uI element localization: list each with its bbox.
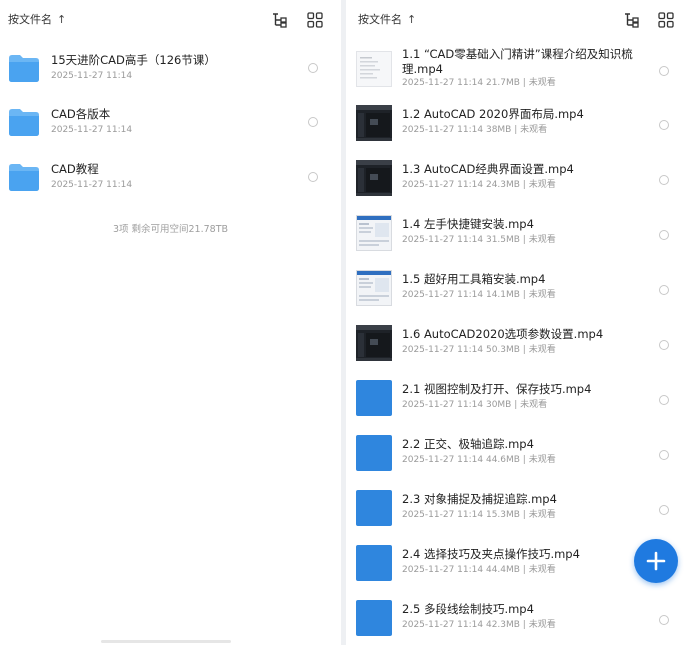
select-radio[interactable] — [308, 172, 318, 182]
video-name: 1.2 AutoCAD 2020界面布局.mp4 — [402, 107, 584, 121]
folder-row[interactable]: 15天进阶CAD高手（126节课） 2025-11-27 11:14 — [0, 43, 341, 93]
video-row[interactable]: 1.2 AutoCAD 2020界面布局.mp4 2025-11-27 11:14… — [346, 100, 687, 150]
left-toolbar: 按文件名 ↑ — [0, 0, 341, 38]
sort-by-name-button[interactable]: 按文件名 ↑ — [358, 11, 416, 27]
arrow-up-icon: ↑ — [57, 12, 67, 26]
video-meta: 2025-11-27 11:14 15.3MB | 未观看 — [402, 510, 556, 520]
select-radio[interactable] — [308, 117, 318, 127]
sort-label: 按文件名 — [8, 13, 52, 26]
video-meta: 2025-11-27 11:14 44.6MB | 未观看 — [402, 455, 556, 465]
folder-name: CAD教程 — [51, 162, 99, 176]
video-thumbnail — [356, 545, 392, 581]
video-meta: 2025-11-27 11:14 44.4MB | 未观看 — [402, 565, 556, 575]
video-name: 2.2 正交、极轴追踪.mp4 — [402, 437, 534, 451]
video-thumbnail — [356, 215, 392, 251]
sort-by-name-button[interactable]: 按文件名 ↑ — [8, 11, 66, 27]
video-meta: 2025-11-27 11:14 14.1MB | 未观看 — [402, 290, 556, 300]
select-radio[interactable] — [659, 395, 669, 405]
select-radio[interactable] — [659, 615, 669, 625]
select-radio[interactable] — [659, 230, 669, 240]
video-name: 2.4 选择技巧及夹点操作技巧.mp4 — [402, 547, 580, 561]
folder-icon — [8, 162, 40, 192]
folder-date: 2025-11-27 11:14 — [51, 71, 133, 81]
select-radio[interactable] — [659, 450, 669, 460]
video-row[interactable]: 1.6 AutoCAD2020选项参数设置.mp4 2025-11-27 11:1… — [346, 320, 687, 370]
video-row[interactable]: 2.5 多段线绘制技巧.mp4 2025-11-27 11:14 42.3MB |… — [346, 595, 687, 645]
select-radio[interactable] — [659, 505, 669, 515]
tree-structure-icon[interactable] — [270, 11, 288, 29]
video-thumbnail — [356, 51, 392, 87]
arrow-up-icon: ↑ — [407, 12, 417, 26]
video-thumbnail — [356, 325, 392, 361]
video-thumbnail — [356, 105, 392, 141]
video-meta: 2025-11-27 11:14 50.3MB | 未观看 — [402, 345, 556, 355]
video-row[interactable]: 2.2 正交、极轴追踪.mp4 2025-11-27 11:14 44.6MB |… — [346, 430, 687, 480]
folder-row[interactable]: CAD各版本 2025-11-27 11:14 — [0, 97, 341, 147]
video-row[interactable]: 1.3 AutoCAD经典界面设置.mp4 2025-11-27 11:14 24… — [346, 155, 687, 205]
video-thumbnail — [356, 160, 392, 196]
video-meta: 2025-11-27 11:14 30MB | 未观看 — [402, 400, 548, 410]
video-thumbnail — [356, 490, 392, 526]
left-file-panel: 按文件名 ↑ 15天进阶CAD高手（126节课） 2025-11-27 11:14… — [0, 0, 341, 645]
storage-summary: 3项 剩余可用空间21.78TB — [112, 224, 229, 235]
select-radio[interactable] — [659, 175, 669, 185]
folder-row[interactable]: CAD教程 2025-11-27 11:14 — [0, 152, 341, 202]
select-radio[interactable] — [308, 63, 318, 73]
tree-structure-icon[interactable] — [622, 11, 640, 29]
select-radio[interactable] — [659, 285, 669, 295]
folder-icon — [8, 53, 40, 83]
right-file-panel: 按文件名 ↑ 1.1 “CAD零基础入门精讲”课程介绍及知识梳理.mp4 2025… — [346, 0, 687, 645]
grid-view-icon[interactable] — [306, 11, 324, 29]
right-toolbar: 按文件名 ↑ — [346, 0, 687, 38]
video-meta: 2025-11-27 11:14 24.3MB | 未观看 — [402, 180, 556, 190]
video-row[interactable]: 1.4 左手快捷键安装.mp4 2025-11-27 11:14 31.5MB |… — [346, 210, 687, 260]
home-indicator — [101, 640, 231, 643]
folder-icon — [8, 107, 40, 137]
folder-name: 15天进阶CAD高手（126节课） — [51, 53, 216, 67]
video-name: 1.5 超好用工具箱安装.mp4 — [402, 272, 546, 286]
plus-icon — [646, 551, 666, 571]
video-meta: 2025-11-27 11:14 31.5MB | 未观看 — [402, 235, 556, 245]
video-meta: 2025-11-27 11:14 42.3MB | 未观看 — [402, 620, 556, 630]
video-meta: 2025-11-27 11:14 38MB | 未观看 — [402, 125, 548, 135]
video-thumbnail — [356, 600, 392, 636]
video-name: 1.6 AutoCAD2020选项参数设置.mp4 — [402, 327, 604, 341]
sort-label: 按文件名 — [358, 13, 402, 26]
video-row[interactable]: 2.3 对象捕捉及捕捉追踪.mp4 2025-11-27 11:14 15.3MB… — [346, 485, 687, 535]
video-row[interactable]: 2.1 视图控制及打开、保存技巧.mp4 2025-11-27 11:14 30M… — [346, 375, 687, 425]
select-radio[interactable] — [659, 120, 669, 130]
select-radio[interactable] — [659, 66, 669, 76]
video-thumbnail — [356, 380, 392, 416]
video-meta: 2025-11-27 11:14 21.7MB | 未观看 — [402, 78, 556, 88]
video-name: 1.4 左手快捷键安装.mp4 — [402, 217, 534, 231]
video-row[interactable]: 1.1 “CAD零基础入门精讲”课程介绍及知识梳理.mp4 2025-11-27 … — [346, 46, 687, 96]
video-thumbnail — [356, 270, 392, 306]
video-name: 2.5 多段线绘制技巧.mp4 — [402, 602, 534, 616]
folder-date: 2025-11-27 11:14 — [51, 180, 133, 190]
grid-view-icon[interactable] — [657, 11, 675, 29]
add-fab-button[interactable] — [634, 539, 678, 583]
folder-date: 2025-11-27 11:14 — [51, 125, 133, 135]
video-thumbnail — [356, 435, 392, 471]
video-name: 1.1 “CAD零基础入门精讲”课程介绍及知识梳理.mp4 — [402, 47, 633, 76]
video-name: 2.3 对象捕捉及捕捉追踪.mp4 — [402, 492, 557, 506]
video-name: 2.1 视图控制及打开、保存技巧.mp4 — [402, 382, 592, 396]
select-radio[interactable] — [659, 340, 669, 350]
folder-name: CAD各版本 — [51, 107, 111, 121]
video-row[interactable]: 1.5 超好用工具箱安装.mp4 2025-11-27 11:14 14.1MB … — [346, 265, 687, 315]
video-name: 1.3 AutoCAD经典界面设置.mp4 — [402, 162, 574, 176]
